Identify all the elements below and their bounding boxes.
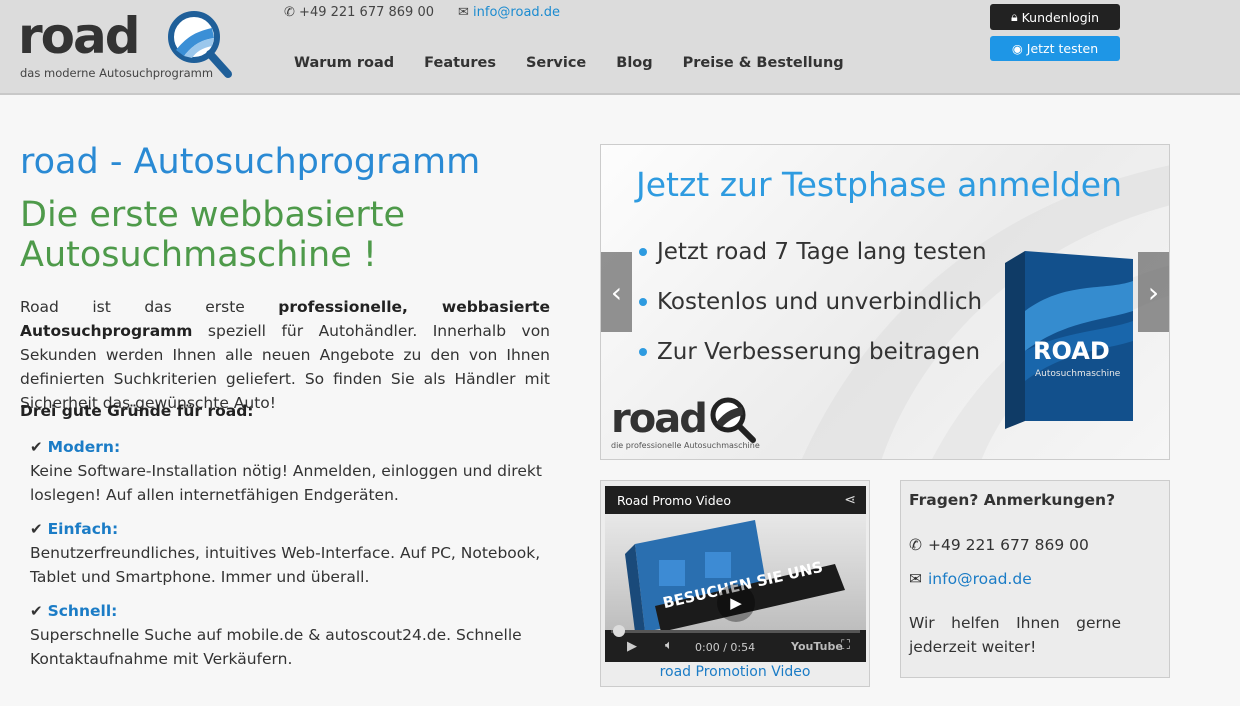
jetzt-testen-label: Jetzt testen bbox=[1026, 41, 1099, 56]
reason-text: Superschnelle Suche auf mobile.de & auto… bbox=[30, 626, 522, 668]
carousel-logo-tagline: die professionelle Autosuchmaschine bbox=[611, 441, 760, 450]
carousel-bullet-text: Zur Verbesserung beitragen bbox=[657, 339, 981, 365]
video-panel: BESUCHEN SIE UNS ▶ Road Promo Video ⋖ ▶ … bbox=[600, 480, 870, 687]
eye-icon: ◉ bbox=[1011, 41, 1023, 56]
envelope-icon: ✉ bbox=[909, 570, 922, 588]
lock-icon: 🔒︎ bbox=[1010, 9, 1018, 24]
promo-carousel: Jetzt zur Testphase anmelden Jetzt road … bbox=[600, 144, 1170, 460]
video-progress-knob[interactable] bbox=[613, 625, 625, 637]
reason-title: Einfach: bbox=[47, 520, 119, 538]
header-phone-number: +49 221 677 869 00 bbox=[299, 5, 434, 20]
carousel-logo-word: road bbox=[611, 396, 708, 442]
play-icon: ▶ bbox=[730, 594, 742, 612]
video-title: Road Promo Video bbox=[617, 493, 731, 508]
nav-item-features[interactable]: Features bbox=[424, 55, 496, 71]
kundenlogin-label: Kundenlogin bbox=[1021, 9, 1100, 25]
site-header: road das moderne Autosuchprogramm ✆ +49 … bbox=[0, 0, 1240, 95]
nav-item-preise[interactable]: Preise & Bestellung bbox=[683, 55, 844, 71]
volume-icon[interactable]: 🔈︎ bbox=[665, 638, 673, 653]
page-subtitle: Die erste webbasierte Autosuchmaschine ! bbox=[20, 195, 406, 275]
reasons-heading: Drei gute Gründe für road: bbox=[20, 402, 254, 420]
contact-text: Wir helfen Ihnen gerne jederzeit weiter! bbox=[909, 614, 1121, 656]
header-phone: ✆ +49 221 677 869 00 bbox=[284, 5, 434, 20]
product-box-sublabel: Autosuchmaschine bbox=[1035, 369, 1121, 379]
logo-wordmark: road bbox=[18, 7, 141, 65]
reason-einfach: ✔ Einfach: Benutzerfreundliches, intuitiv… bbox=[30, 517, 575, 589]
youtube-icon[interactable]: YouTube bbox=[791, 640, 843, 653]
intro-pre: Road ist das erste bbox=[20, 298, 279, 316]
reason-text: Benutzerfreundliches, intuitives Web-Int… bbox=[30, 544, 541, 586]
share-icon[interactable]: ⋖ bbox=[844, 492, 856, 508]
video-caption-link[interactable]: road Promotion Video bbox=[601, 664, 869, 680]
play-control-icon[interactable]: ▶ bbox=[627, 639, 637, 654]
nav-item-service[interactable]: Service bbox=[526, 55, 586, 71]
check-icon: ✔ bbox=[30, 438, 43, 456]
kundenlogin-button[interactable]: 🔒︎ Kundenlogin bbox=[990, 4, 1120, 30]
product-box-label: ROAD bbox=[1033, 337, 1110, 365]
video-controls: ▶ 🔈︎ 0:00 / 0:54 YouTube ⛶ bbox=[605, 625, 866, 662]
video-time: 0:00 / 0:54 bbox=[695, 641, 756, 654]
contact-title: Fragen? Anmerkungen? bbox=[909, 491, 1116, 509]
check-icon: ✔ bbox=[30, 602, 43, 620]
video-thumbnail: BESUCHEN SIE UNS ▶ bbox=[605, 514, 866, 632]
chevron-right-icon: › bbox=[1147, 275, 1160, 309]
contact-phone-number: +49 221 677 869 00 bbox=[928, 536, 1089, 554]
chevron-left-icon: ‹ bbox=[610, 275, 623, 309]
fullscreen-icon[interactable]: ⛶ bbox=[841, 638, 850, 653]
jetzt-testen-button[interactable]: ◉ Jetzt testen bbox=[990, 36, 1120, 61]
carousel-logo: road die professionelle Autosuchmaschine bbox=[611, 395, 760, 450]
carousel-magnifier-icon bbox=[710, 397, 756, 443]
check-icon: ✔ bbox=[30, 520, 43, 538]
carousel-bullet-text: Jetzt road 7 Tage lang testen bbox=[657, 239, 987, 265]
nav-item-warum-road[interactable]: Warum road bbox=[294, 55, 394, 71]
reason-title: Schnell: bbox=[47, 602, 118, 620]
bullet-dot-icon bbox=[639, 248, 647, 256]
contact-email[interactable]: ✉ info@road.de bbox=[909, 570, 1032, 588]
contact-email-link[interactable]: info@road.de bbox=[928, 570, 1032, 588]
product-box-image: ROAD Autosuchmaschine bbox=[1005, 251, 1135, 435]
carousel-title: Jetzt zur Testphase anmelden bbox=[636, 165, 1122, 204]
carousel-prev-button[interactable]: ‹ bbox=[601, 252, 632, 332]
nav-item-blog[interactable]: Blog bbox=[616, 55, 652, 71]
page-title: road - Autosuchprogramm bbox=[20, 142, 481, 182]
reason-schnell: ✔ Schnell: Superschnelle Suche auf mobile… bbox=[30, 599, 575, 671]
bullet-dot-icon bbox=[639, 348, 647, 356]
main-nav: Warum road Features Service Blog Preise … bbox=[294, 55, 844, 71]
bullet-dot-icon bbox=[639, 298, 647, 306]
header-email-link[interactable]: info@road.de bbox=[473, 5, 560, 20]
reason-title: Modern: bbox=[47, 438, 121, 456]
reason-modern: ✔ Modern: Keine Software-Installation nöt… bbox=[30, 435, 575, 507]
contact-panel: Fragen? Anmerkungen? ✆ +49 221 677 869 0… bbox=[900, 480, 1170, 678]
carousel-bullet: Jetzt road 7 Tage lang testen bbox=[639, 227, 987, 277]
carousel-bullets: Jetzt road 7 Tage lang testen Kostenlos … bbox=[639, 227, 987, 377]
header-email[interactable]: ✉ info@road.de bbox=[458, 5, 560, 20]
contact-phone: ✆ +49 221 677 869 00 bbox=[909, 536, 1089, 554]
video-progress-bar[interactable] bbox=[611, 625, 860, 637]
header-contact: ✆ +49 221 677 869 00 ✉ info@road.de bbox=[284, 5, 560, 20]
logo-tagline: das moderne Autosuchprogramm bbox=[20, 66, 214, 80]
play-button[interactable]: ▶ bbox=[717, 584, 755, 622]
carousel-next-button[interactable]: › bbox=[1138, 252, 1169, 332]
site-logo[interactable]: road das moderne Autosuchprogramm bbox=[18, 6, 233, 84]
intro-paragraph: Road ist das erste professionelle, webba… bbox=[20, 295, 550, 415]
phone-icon: ✆ bbox=[284, 5, 295, 20]
video-player[interactable]: BESUCHEN SIE UNS ▶ Road Promo Video ⋖ ▶ … bbox=[605, 486, 866, 662]
reason-text: Keine Software-Installation nötig! Anmel… bbox=[30, 462, 542, 504]
carousel-bullet-text: Kostenlos und unverbindlich bbox=[657, 289, 983, 315]
carousel-bullet: Kostenlos und unverbindlich bbox=[639, 277, 987, 327]
carousel-bullet: Zur Verbesserung beitragen bbox=[639, 327, 987, 377]
phone-icon: ✆ bbox=[909, 536, 922, 554]
envelope-icon: ✉ bbox=[458, 5, 469, 20]
